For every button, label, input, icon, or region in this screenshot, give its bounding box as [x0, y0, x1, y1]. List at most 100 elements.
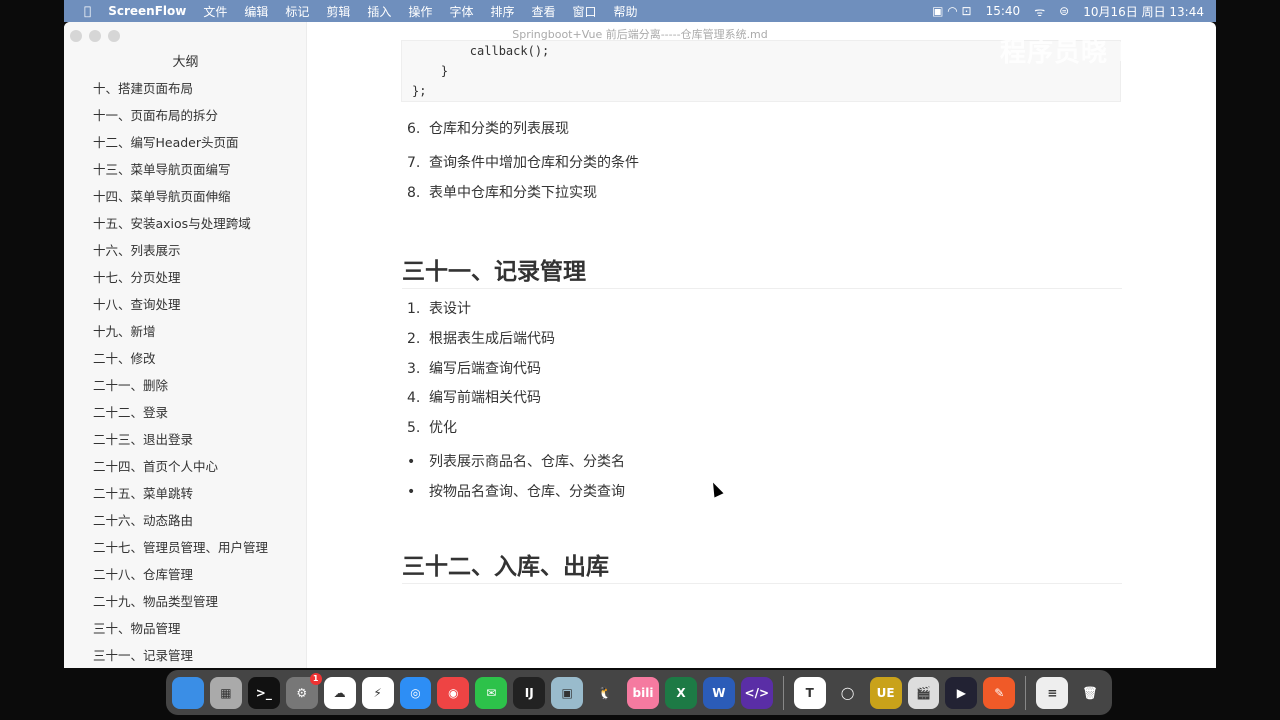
dock-separator: [1025, 675, 1027, 710]
dock-wechat-icon[interactable]: ✉: [475, 676, 508, 709]
apple-icon[interactable]: : [84, 4, 91, 18]
dock-icon-glyph: ☁: [333, 685, 346, 700]
dock-icon-glyph: ◉: [448, 685, 459, 700]
dock-baidu-netdisk-icon[interactable]: ☁: [323, 676, 356, 709]
list-marker: 2.: [407, 331, 421, 347]
outline-item[interactable]: 二十四、首页个人中心: [93, 456, 218, 475]
list-marker: 5.: [407, 420, 421, 436]
outline-item[interactable]: 二十七、管理员管理、用户管理: [93, 537, 268, 556]
list-item: 5. 优化: [407, 417, 457, 437]
clock[interactable]: 10月16日 周日 13:44: [1083, 3, 1204, 20]
outline-item[interactable]: 十三、菜单导航页面编写: [93, 159, 231, 178]
dock-icon-glyph: IJ: [524, 685, 534, 700]
list-item: 8. 表单中仓库和分类下拉实现: [407, 182, 597, 202]
list-text: 根据表生成后端代码: [429, 331, 555, 347]
list-text: 表设计: [429, 301, 471, 317]
list-marker: 8.: [407, 185, 421, 201]
dock-screenflow-icon[interactable]: 🎬: [907, 676, 940, 709]
dock-app-rings-icon[interactable]: ◯: [832, 677, 864, 709]
list-item: 2. 根据表生成后端代码: [407, 328, 555, 348]
outline-item[interactable]: 三十、物品管理: [93, 618, 181, 637]
outline-item[interactable]: 十七、分页处理: [93, 267, 181, 286]
dock-icon-glyph: ▣: [561, 685, 573, 700]
outline-item[interactable]: 二十一、删除: [93, 375, 168, 394]
app-menu[interactable]: ScreenFlow: [108, 4, 186, 18]
dock-document-icon[interactable]: ≡: [1036, 676, 1069, 709]
dock-finder-icon[interactable]: [172, 676, 204, 709]
outline-item[interactable]: 十八、查询处理: [93, 294, 181, 313]
list-marker: •: [407, 484, 416, 500]
list-item: • 列表展示商品名、仓库、分类名: [407, 451, 625, 471]
watermark: 程序员晓 bilibili: [1000, 38, 1217, 68]
menu-item[interactable]: 窗口: [572, 3, 596, 20]
dock-postman-icon[interactable]: ✎: [983, 676, 1016, 709]
dock-intellij-icon[interactable]: IJ: [513, 676, 546, 709]
dock-icon-glyph: ▶: [956, 685, 967, 700]
outline-sidebar: 大纲 十、搭建页面布局十一、页面布局的拆分十二、编写Header头页面 十三、菜单…: [64, 22, 307, 668]
heading-records: 三十一、记录管理: [402, 252, 1122, 289]
menu-item[interactable]: 排序: [490, 3, 514, 20]
dock-editor-icon[interactable]: ⚡: [361, 676, 394, 709]
menu-item[interactable]: 帮助: [614, 3, 638, 20]
list-text: 编写后端查询代码: [429, 361, 541, 377]
outline-item[interactable]: 三十一、记录管理: [93, 645, 193, 664]
dock-icon-glyph: ▦: [220, 685, 232, 700]
outline-item[interactable]: 十五、安装axios与处理跨域: [93, 213, 251, 232]
status-icons[interactable]: ▣ ◠ ⊡: [932, 4, 972, 18]
outline-title: 大纲: [172, 55, 199, 70]
outline-item[interactable]: 十九、新增: [93, 321, 156, 340]
dock-icon-glyph: ⚡: [373, 685, 382, 700]
outline-item[interactable]: 十六、列表展示: [93, 240, 181, 259]
menu-item[interactable]: 查看: [531, 3, 555, 20]
dock-icon-glyph: UE: [876, 685, 895, 700]
menu-item[interactable]: 编辑: [244, 3, 268, 20]
outline-item[interactable]: 二十、修改: [93, 348, 156, 367]
outline-item[interactable]: 二十九、物品类型管理: [93, 591, 218, 610]
list-text: 表单中仓库和分类下拉实现: [429, 185, 597, 201]
dock-bilibili-icon[interactable]: bili: [627, 676, 659, 709]
outline-item[interactable]: 二十三、退出登录: [93, 429, 193, 448]
dock-preview-icon[interactable]: ▣: [551, 676, 584, 709]
list-marker: 6.: [407, 121, 421, 137]
dock-icon-glyph: ✎: [994, 685, 1005, 700]
dock-icon-glyph: ≡: [1047, 685, 1058, 700]
battery-time[interactable]: 15:40: [986, 4, 1021, 18]
dock-icon-glyph: bili: [632, 685, 654, 700]
outline-item[interactable]: 二十六、动态路由: [93, 510, 193, 529]
menu-item[interactable]: 剪辑: [326, 3, 350, 20]
code-line: };: [412, 84, 427, 98]
list-item: 1. 表设计: [407, 298, 471, 318]
dock-devtool-icon[interactable]: </>: [740, 676, 773, 709]
dock-excel-icon[interactable]: X: [664, 676, 697, 709]
outline-item[interactable]: 十一、页面布局的拆分: [93, 105, 218, 124]
dock-safari-icon[interactable]: ◎: [399, 676, 432, 709]
outline-item[interactable]: 十四、菜单导航页面伸缩: [93, 186, 231, 205]
dock-separator: [782, 675, 784, 710]
list-item: 6. 仓库和分类的列表展现: [407, 118, 569, 138]
list-item: 7. 查询条件中增加仓库和分类的条件: [407, 152, 639, 172]
list-text: 列表展示商品名、仓库、分类名: [429, 454, 625, 470]
dock-launchpad-icon[interactable]: ▦: [209, 676, 242, 709]
wifi-icon[interactable]: ᯤ: [1034, 3, 1045, 20]
dock-typora-icon[interactable]: T: [793, 676, 826, 709]
menu-item[interactable]: 插入: [367, 3, 391, 20]
dock-trash-icon[interactable]: 🗑: [1074, 677, 1106, 709]
menu-item[interactable]: 操作: [408, 3, 432, 20]
dock-icon-glyph: </>: [744, 685, 770, 700]
outline-item[interactable]: 十二、编写Header头页面: [93, 132, 239, 151]
menu-item[interactable]: 标记: [285, 3, 309, 20]
dock-terminal-icon[interactable]: >_: [247, 676, 280, 709]
dock-system-settings-icon[interactable]: ⚙ 1: [285, 672, 322, 709]
outline-item[interactable]: 十、搭建页面布局: [93, 78, 193, 97]
dock-word-icon[interactable]: W: [702, 676, 735, 709]
dock-ultraedit-icon[interactable]: UE: [869, 676, 902, 709]
dock-qq-icon[interactable]: 🐧: [589, 677, 621, 709]
control-center-icon[interactable]: ⊜: [1059, 4, 1069, 18]
outline-item[interactable]: 二十二、登录: [93, 402, 168, 421]
outline-item[interactable]: 二十五、菜单跳转: [93, 483, 193, 502]
menu-item[interactable]: 文件: [203, 3, 227, 20]
dock-player-icon[interactable]: ▶: [945, 676, 978, 709]
outline-item[interactable]: 二十八、仓库管理: [93, 564, 193, 583]
menu-item[interactable]: 字体: [449, 3, 473, 20]
dock-chrome-icon[interactable]: ◉: [437, 676, 470, 709]
